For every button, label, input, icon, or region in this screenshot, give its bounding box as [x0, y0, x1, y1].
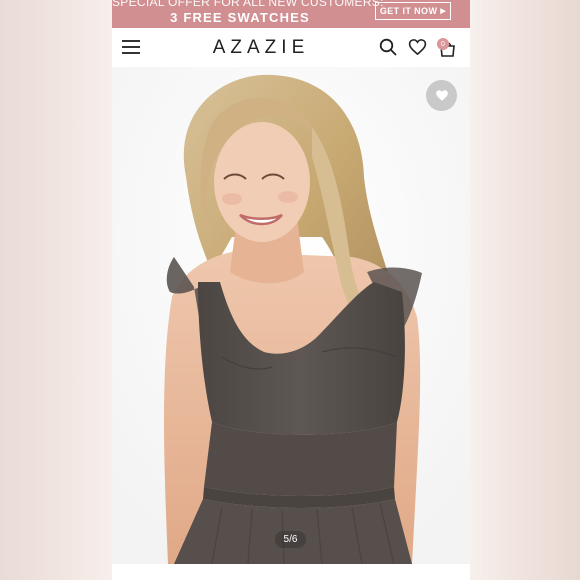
site-header: AZAZIE 0 — [112, 28, 470, 68]
promo-offer: 3 FREE SWATCHES — [170, 10, 310, 25]
image-counter: 5/6 — [275, 531, 306, 548]
promo-banner[interactable]: SPECIAL OFFER FOR ALL NEW CUSTOMERS: 3 F… — [112, 0, 470, 28]
brand-logo[interactable]: AZAZIE — [196, 37, 326, 59]
product-image[interactable]: 5/6 — [112, 67, 470, 564]
bottom-strip — [112, 564, 470, 580]
get-it-now-label: GET IT NOW — [379, 6, 438, 16]
favorite-button[interactable] — [426, 80, 457, 111]
search-icon[interactable] — [379, 38, 397, 56]
model-in-dress-photo — [112, 67, 470, 564]
promo-headline: SPECIAL OFFER FOR ALL NEW CUSTOMERS: — [112, 0, 384, 9]
background-right — [470, 0, 580, 580]
menu-icon[interactable] — [122, 40, 140, 54]
heart-icon — [435, 90, 448, 101]
background-left — [0, 0, 112, 580]
get-it-now-button[interactable]: GET IT NOW ▶ — [375, 2, 451, 20]
app-screen: SPECIAL OFFER FOR ALL NEW CUSTOMERS: 3 F… — [112, 0, 470, 580]
play-arrow-icon: ▶ — [440, 8, 447, 15]
cart-count-badge: 0 — [437, 38, 449, 50]
heart-icon[interactable] — [408, 38, 427, 56]
